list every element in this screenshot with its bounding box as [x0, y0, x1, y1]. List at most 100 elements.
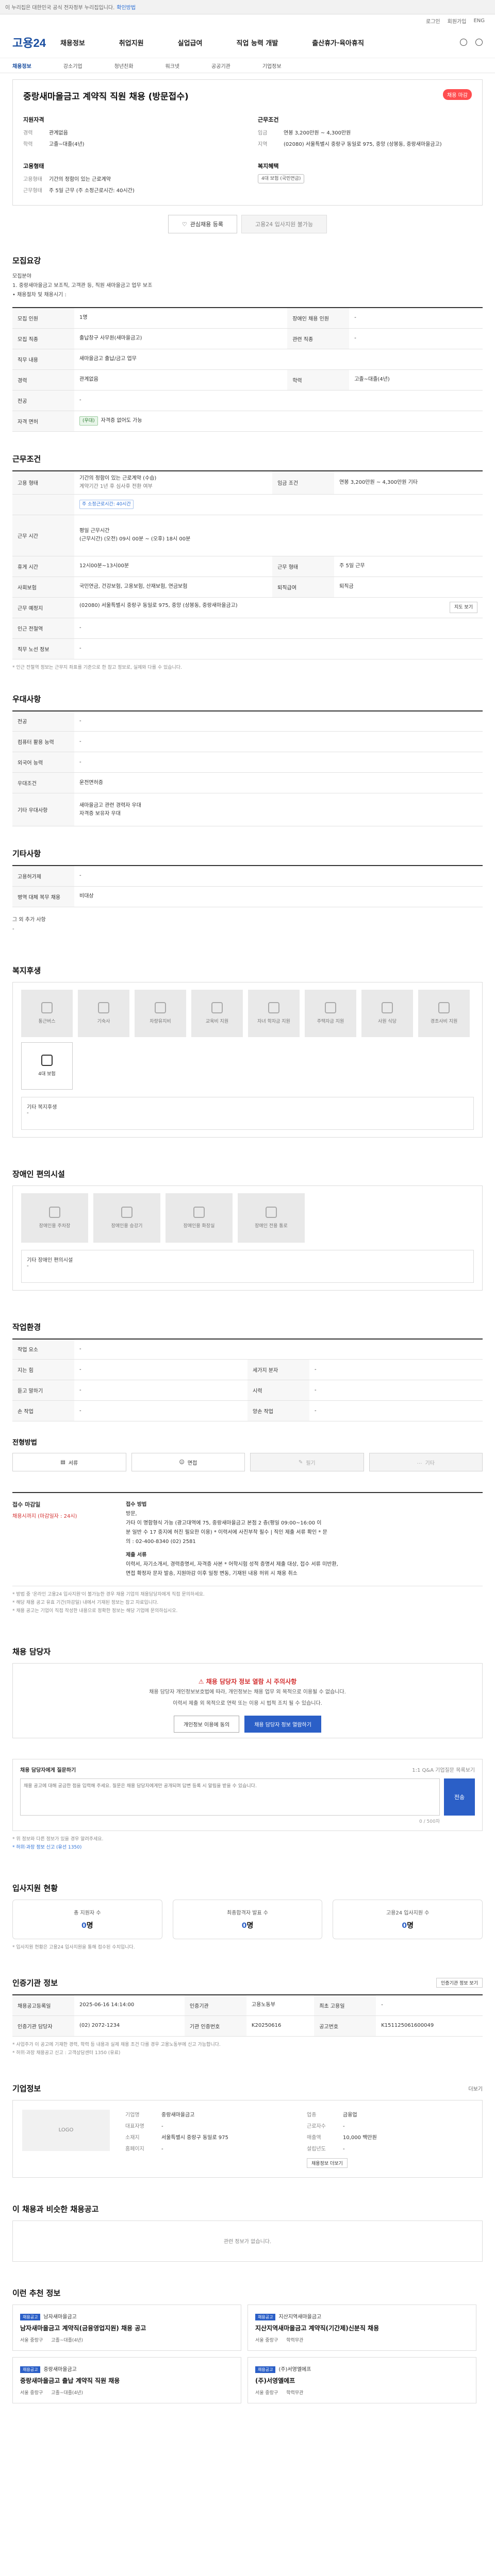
inquiry-input[interactable]	[20, 1778, 440, 1816]
stats-note: * 입사지원 현황은 고용24 입사지원을 통해 접수된 수치입니다.	[12, 1945, 135, 1950]
login-link[interactable]: 로그인	[426, 17, 440, 25]
send-button[interactable]: 전송	[444, 1778, 475, 1816]
field-label: 지역	[258, 142, 268, 147]
search-icon[interactable]	[460, 39, 467, 46]
stat-unit: 명	[246, 1922, 254, 1930]
info-notes: * 사업주가 이 공고에 기재한 경력, 학력 등 내용과 실제 채용 조건 다…	[12, 2041, 483, 2057]
tile-label: 기숙사	[97, 1019, 110, 1024]
field-value: -	[343, 2123, 345, 2129]
menu-icon[interactable]	[475, 39, 483, 46]
table-row: 모집 직종 출납창구 사무원(새마을금고) 관련 직종 -	[12, 328, 483, 349]
welfare-tile: 차량유지비	[135, 989, 186, 1037]
company-logo: LOGO	[22, 2109, 110, 2151]
recommend-card[interactable]: 채용공고 지산지역새마을금고 지산지역새마을금고 계약직(기간제)신분직 채용 서…	[248, 2304, 476, 2351]
sub-nav-item[interactable]: 강소기업	[63, 62, 82, 70]
tile-label: 장애인용 주차장	[39, 1224, 71, 1229]
sub-nav-item[interactable]: 청년친화	[114, 62, 134, 70]
info-button[interactable]: 인증기관 정보 보기	[436, 1978, 483, 1988]
apply-button[interactable]: 고용24 입사지원 불가능	[241, 215, 327, 233]
site-logo[interactable]: 고용24	[12, 34, 46, 50]
signup-link[interactable]: 회원가입	[448, 17, 467, 25]
sub-nav-item[interactable]: 공공기관	[211, 62, 230, 70]
section-title: 채용 담당자	[12, 1647, 51, 1656]
hours-tag: 주 소정근로시간: 40시간	[79, 500, 134, 509]
header-icons	[460, 39, 483, 46]
nav-item[interactable]: 취업지원	[119, 38, 144, 47]
company-info-left: 기업명 중랑새마을금고 대표자명 - 소재지 서울특별시 중랑구 동일로 975 홈페…	[125, 2110, 291, 2168]
card-meta: 서울 중랑구 고졸~대졸(4년)	[20, 2336, 234, 2343]
card-tag: 채용공고	[20, 2366, 41, 2373]
method-label: 기타	[425, 1460, 435, 1466]
summary-left: 지원자격 경력 관계없음 학력 고졸~대졸(4년) 고용형태 고용형태 기간의 정함이…	[23, 115, 237, 197]
row-value: 국민연금, 건강보험, 고용보험, 산재보험, 연금보험	[74, 577, 273, 598]
table-row: 기타 우대사항 새마을금고 관련 경력자 우대 자격증 보유자 우대	[12, 793, 483, 826]
note-line: * 채용 공고는 기업이 직접 작성한 내용으로 정확한 정보는 해당 기업에 …	[12, 1608, 178, 1614]
card-meta: 서울 중랑구 학력무관	[255, 2389, 469, 2396]
company-more-link[interactable]: 더보기	[468, 2084, 483, 2092]
method-item: … 기타	[369, 1453, 483, 1471]
map-button[interactable]: 지도 보기	[450, 602, 477, 613]
company-jobs-button[interactable]: 채용정보 더보기	[307, 2158, 348, 2168]
row-label: 기관 인증번호	[184, 2015, 246, 2037]
inquiry-title: 채용 담당자에게 질문하기	[20, 1768, 76, 1773]
recommend-card[interactable]: 채용공고 중랑새마을금고 중랑새마을금고 출납 계약직 직원 채용 서울 중랑구 고…	[12, 2357, 241, 2403]
row-label: 인증기관 담당자	[12, 2015, 74, 2037]
sub-nav-item[interactable]: 워크넷	[165, 62, 179, 70]
card-location: 서울 중랑구	[255, 2337, 278, 2343]
warning-title: ⚠ 채용 담당자 정보 열람 시 주의사항	[13, 1677, 482, 1686]
stat-value: 0명	[173, 1920, 322, 1930]
welfare-tile: 주택자금 지원	[305, 989, 356, 1037]
method-line: 제출 서류	[126, 1552, 147, 1558]
status-badge: 채용 마감	[443, 89, 472, 100]
row-label: 장애인 채용 인원	[287, 308, 350, 329]
etc-icon: …	[417, 1459, 422, 1465]
qna-list-link[interactable]: 1:1 Q&A 기업질문 목록보기	[412, 1766, 475, 1773]
sub-nav-item[interactable]: 기업정보	[262, 62, 282, 70]
facility-tile: 장애인용 화장실	[166, 1193, 233, 1243]
row-label: 고용허가제	[12, 866, 74, 887]
stat-number: 0	[241, 1922, 247, 1930]
field-label: 기업명	[125, 2112, 140, 2118]
recommend-card[interactable]: 채용공고 (주)서영엘에프 (주)서영엘에프 서울 중랑구 학력무관	[248, 2357, 476, 2403]
nav-item[interactable]: 직업 능력 개발	[236, 38, 278, 47]
selection-method: ▤ 서류 ☺ 면접 ✎ 필기 … 기타	[12, 1453, 483, 1471]
row-label: 모집 인원	[12, 308, 74, 329]
sub-nav: 채용정보 강소기업 청년친화 워크넷 공공기관 기업정보	[0, 58, 495, 73]
alert-icon: ⚠	[198, 1678, 206, 1685]
table-row: 근무 예정지 (02080) 서울특별시 중랑구 동일로 975, 중앙 (상봉동…	[12, 597, 483, 618]
tile-label: 사원 식당	[378, 1019, 397, 1024]
row-label	[12, 494, 74, 515]
table-row: 전공 -	[12, 390, 483, 411]
field-value: 주 5일 근무 (주 소정근로시간: 40시간)	[49, 188, 135, 194]
nav-item[interactable]: 채용정보	[60, 38, 85, 47]
save-job-button[interactable]: ♡ 관심채용 등록	[168, 215, 237, 233]
wheelchair-icon	[266, 1207, 277, 1218]
gov-notice-link[interactable]: 확인방법	[117, 3, 136, 11]
card-title: 중랑새마을금고 출납 계약직 직원 채용	[20, 2377, 120, 2384]
stat-number: 0	[81, 1922, 87, 1930]
view-contact-button[interactable]: 채용 담당자 정보 열람하기	[244, 1716, 321, 1733]
save-job-label: 관심채용 등록	[190, 221, 223, 228]
card-company: 지산지역새마을금고	[278, 2314, 322, 2320]
row-label: 퇴직급여	[272, 577, 335, 598]
section-title: 우대사항	[12, 694, 41, 704]
job-summary: 중랑새마을금고 계약직 직원 채용 (방문접수) 채용 마감 지원자격 경력 관계…	[12, 79, 483, 206]
gov-notice-bar: 이 누리집은 대한민국 공식 전자정부 누리집입니다. 확인방법	[0, 0, 495, 14]
char-count: 0 / 500자	[419, 1819, 440, 1824]
stat-unit: 명	[407, 1922, 414, 1930]
nav-item[interactable]: 실업급여	[178, 38, 203, 47]
benefit-heading: 복지혜택	[258, 163, 279, 170]
recommend-card[interactable]: 채용공고 남자새마을금고 남자새마을금고 계약직(금융영업지원) 채용 공고 서울…	[12, 2304, 241, 2351]
report-link[interactable]: * 허위·과장 정보 신고 (유선 1350)	[12, 1843, 483, 1852]
table-row: 전공 -	[12, 710, 483, 732]
facility-tile: 장애인용 승강기	[93, 1193, 160, 1243]
sub-nav-item[interactable]: 채용정보	[12, 62, 31, 70]
nav-item[interactable]: 출산휴가·육아휴직	[312, 38, 364, 47]
note-line: * 위 정보와 다른 정보가 있을 경우 알려주세요.	[12, 1837, 104, 1842]
method-heading: 접수 방법	[126, 1502, 147, 1507]
language-link[interactable]: ENG	[473, 18, 485, 24]
gift-icon	[438, 1002, 450, 1013]
field-label: 홈페이지	[125, 2146, 144, 2152]
welfare-tiles: 통근버스 기숙사 차량유지비 교육비 지원 자녀 학자금 지원 주택자금 지원 …	[21, 989, 474, 1090]
privacy-agree-button[interactable]: 개인정보 이용에 동의	[174, 1716, 240, 1733]
